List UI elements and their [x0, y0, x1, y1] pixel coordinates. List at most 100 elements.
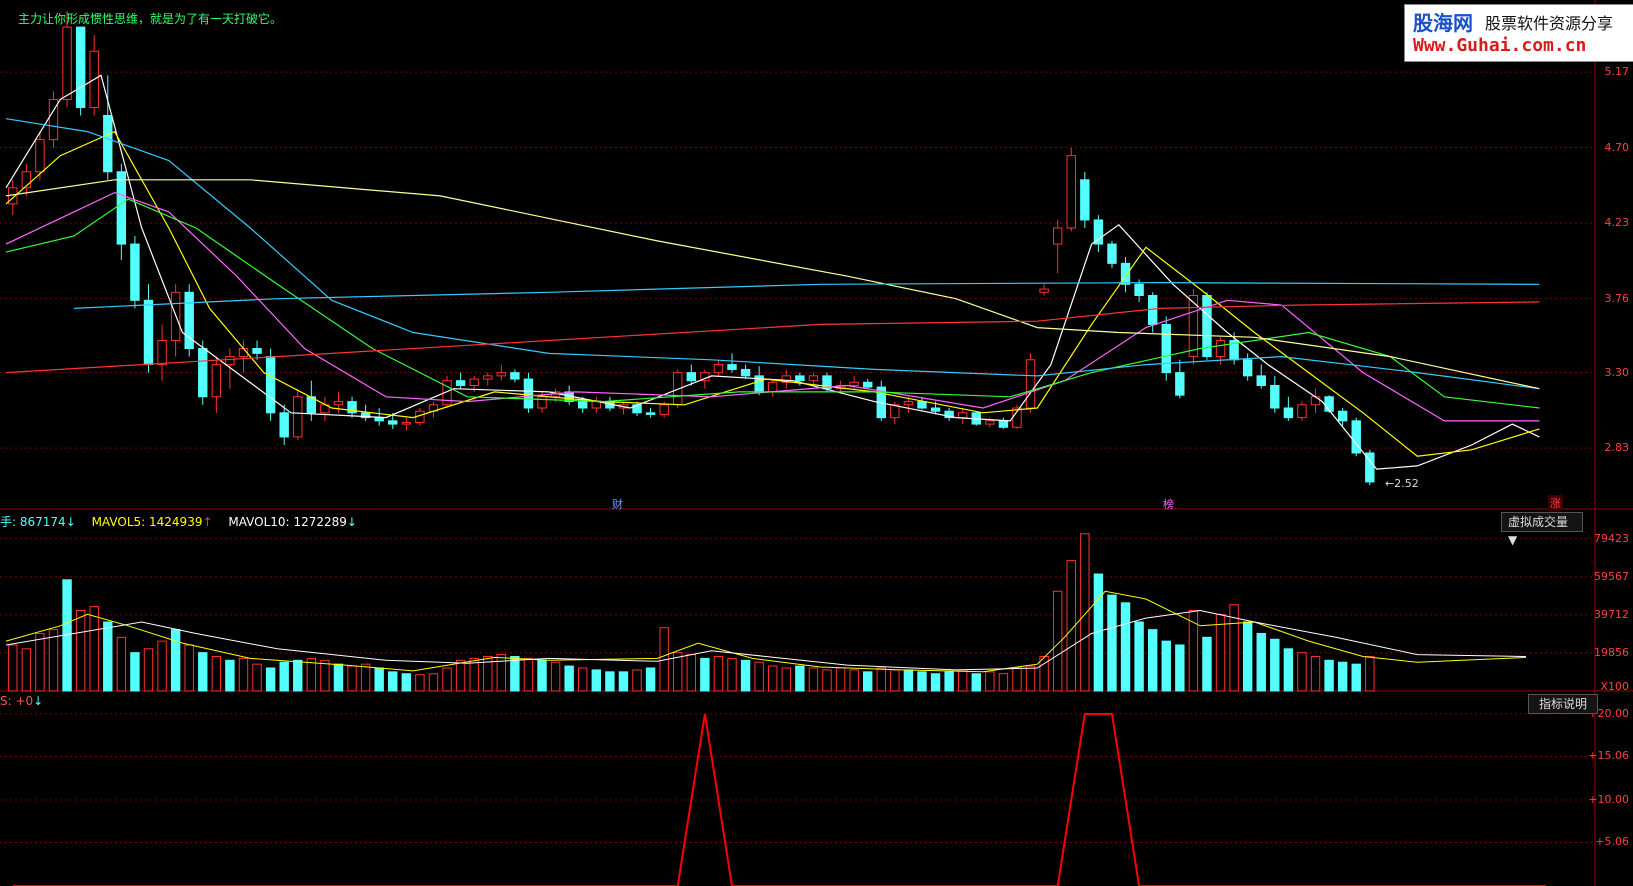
candle[interactable]: [795, 375, 805, 382]
candle[interactable]: [903, 401, 914, 406]
candle[interactable]: [35, 139, 45, 173]
candle[interactable]: [768, 381, 778, 393]
volume-bar[interactable]: [252, 663, 262, 692]
candle[interactable]: [686, 372, 697, 382]
volume-bar[interactable]: [170, 629, 181, 692]
volume-bar[interactable]: [591, 669, 602, 692]
volume-bar[interactable]: [578, 667, 588, 692]
volume-bar[interactable]: [496, 654, 507, 692]
volume-bar[interactable]: [903, 669, 914, 692]
volume-bar[interactable]: [808, 667, 819, 692]
candle[interactable]: [537, 396, 547, 409]
candle[interactable]: [523, 378, 534, 409]
candle[interactable]: [293, 396, 303, 438]
volume-bar[interactable]: [388, 671, 398, 692]
price-panel[interactable]: [5, 11, 1540, 486]
volume-bar[interactable]: [1297, 652, 1307, 692]
volume-bar[interactable]: [35, 632, 45, 692]
volume-bar[interactable]: [1242, 621, 1253, 692]
candle[interactable]: [1324, 396, 1334, 412]
candle[interactable]: [143, 299, 154, 366]
volume-bar[interactable]: [130, 652, 140, 692]
volume-bar[interactable]: [1351, 663, 1361, 692]
volume-bar[interactable]: [1365, 655, 1375, 692]
candle[interactable]: [1310, 396, 1321, 406]
volume-bar[interactable]: [686, 654, 697, 692]
candle[interactable]: [645, 412, 656, 415]
volume-bar[interactable]: [727, 657, 737, 692]
volume-bar[interactable]: [89, 606, 99, 692]
volume-bar[interactable]: [1270, 638, 1280, 692]
volume-bar[interactable]: [455, 659, 466, 692]
volume-bar[interactable]: [48, 629, 59, 692]
candle[interactable]: [1242, 359, 1253, 377]
candle[interactable]: [130, 243, 140, 301]
volume-bar[interactable]: [930, 673, 941, 692]
volume-bar[interactable]: [21, 648, 32, 692]
candle[interactable]: [1175, 372, 1185, 396]
candle[interactable]: [252, 348, 262, 354]
volume-bar[interactable]: [550, 661, 561, 692]
volume-bar[interactable]: [1337, 661, 1348, 692]
candle[interactable]: [578, 401, 588, 409]
volume-bar[interactable]: [523, 657, 534, 692]
volume-bar[interactable]: [293, 659, 303, 692]
candle[interactable]: [103, 115, 113, 173]
volume-bar[interactable]: [415, 674, 425, 692]
volume-bar[interactable]: [374, 667, 384, 692]
candle[interactable]: [727, 364, 737, 370]
volume-bar[interactable]: [143, 648, 154, 692]
volume-bar[interactable]: [1107, 594, 1117, 692]
volume-bar[interactable]: [198, 652, 208, 692]
candle[interactable]: [1270, 385, 1280, 409]
volume-bar[interactable]: [768, 665, 778, 692]
candle[interactable]: [211, 364, 222, 398]
volume-bar[interactable]: [862, 671, 873, 692]
volume-bar[interactable]: [103, 621, 113, 692]
volume-bar[interactable]: [740, 659, 751, 692]
volume-bar[interactable]: [333, 663, 344, 692]
candle[interactable]: [1256, 375, 1266, 387]
volume-bar[interactable]: [1310, 655, 1321, 692]
candle[interactable]: [1337, 410, 1348, 422]
candle[interactable]: [496, 372, 507, 377]
candle[interactable]: [713, 364, 724, 374]
marker-cai[interactable]: 财: [612, 496, 623, 512]
volume-bar[interactable]: [510, 655, 520, 692]
volume-bar[interactable]: [320, 659, 330, 692]
volume-bar[interactable]: [957, 669, 968, 692]
candle[interactable]: [198, 348, 208, 398]
volume-bar[interactable]: [537, 659, 547, 692]
volume-bar[interactable]: [1175, 644, 1185, 692]
volume-bar[interactable]: [795, 665, 805, 692]
volume-bar[interactable]: [1324, 659, 1334, 692]
volume-bar[interactable]: [360, 663, 371, 692]
volume-bar[interactable]: [8, 644, 18, 692]
volume-bar[interactable]: [849, 669, 859, 692]
volume-bar[interactable]: [605, 671, 615, 692]
volume-bar[interactable]: [238, 657, 249, 692]
volume-type-dropdown[interactable]: 虚拟成交量 ▼: [1501, 512, 1583, 547]
volume-bar[interactable]: [1080, 533, 1090, 692]
candle[interactable]: [157, 340, 167, 366]
volume-bar[interactable]: [225, 659, 235, 692]
candle[interactable]: [401, 421, 412, 425]
candle[interactable]: [279, 412, 289, 438]
candle[interactable]: [510, 372, 520, 380]
indicator-help-button[interactable]: 指标说明: [1528, 694, 1598, 714]
candle[interactable]: [1297, 404, 1307, 419]
candle[interactable]: [659, 404, 669, 415]
candle[interactable]: [388, 420, 398, 425]
volume-bar[interactable]: [700, 657, 710, 692]
volume-bar[interactable]: [713, 655, 724, 692]
candle[interactable]: [1052, 227, 1063, 245]
candle[interactable]: [62, 26, 72, 100]
volume-bar[interactable]: [944, 671, 954, 692]
candle[interactable]: [225, 356, 235, 366]
candle[interactable]: [1093, 219, 1104, 245]
marker-bang[interactable]: 榜: [1163, 496, 1174, 512]
volume-bar[interactable]: [822, 669, 832, 692]
volume-bar[interactable]: [442, 667, 452, 692]
volume-bar[interactable]: [1147, 629, 1158, 692]
candle[interactable]: [985, 420, 995, 425]
